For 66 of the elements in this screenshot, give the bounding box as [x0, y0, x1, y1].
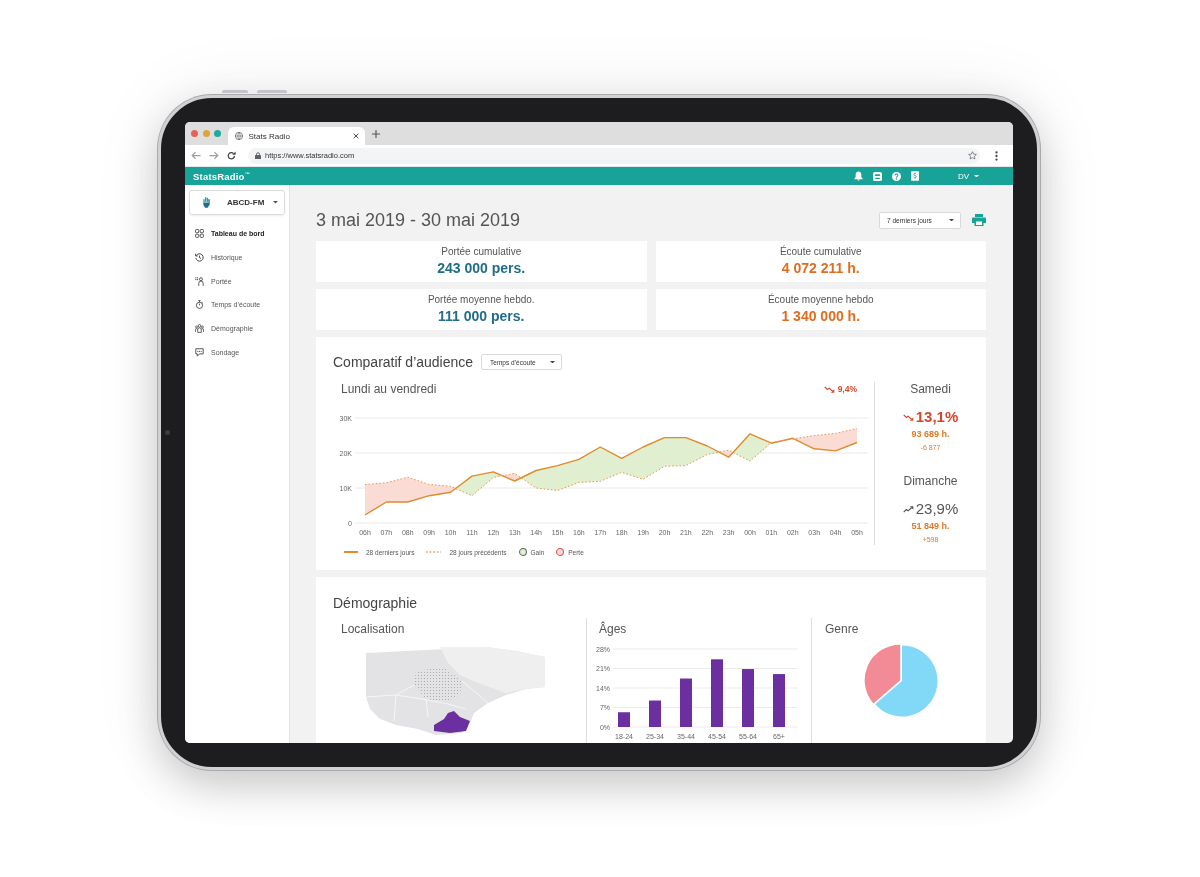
- gain-area: [455, 471, 503, 496]
- lock-icon: [255, 151, 261, 160]
- caret-icon: [974, 174, 979, 178]
- section-title: Genre: [824, 622, 860, 636]
- change-value: 23,9%: [915, 500, 959, 518]
- section-title: Localisation: [340, 622, 406, 636]
- minimize-window-icon[interactable]: [202, 130, 210, 137]
- listening-hours: 51 849 h.: [911, 520, 950, 532]
- stat-value: 1 340 000 h.: [780, 308, 862, 325]
- bar: [773, 674, 785, 727]
- app-logo: StatsRadio$^{™}$: [193, 170, 250, 184]
- forward-arrow-icon[interactable]: [209, 151, 219, 160]
- camera-icon: [165, 430, 170, 435]
- section-title: Âges: [598, 622, 628, 636]
- station-select[interactable]: ABCD-FM: [189, 190, 285, 215]
- caret-icon: [273, 201, 278, 204]
- station-logo-icon: [203, 197, 210, 208]
- reload-icon[interactable]: [227, 151, 236, 160]
- back-arrow-icon[interactable]: [191, 151, 201, 160]
- stat-label: Portée cumulative: [440, 246, 523, 258]
- stat-value: 243 000 pers.: [436, 260, 527, 277]
- person-dots-icon: [195, 276, 204, 286]
- change-value: 9,4%: [837, 384, 857, 394]
- loss-area: [718, 450, 733, 458]
- maximize-window-icon[interactable]: [214, 130, 221, 137]
- history-icon: [195, 253, 204, 263]
- caret-icon: [550, 360, 556, 364]
- chat-icon: [195, 347, 204, 357]
- stat-value: 4 072 211 h.: [780, 260, 861, 277]
- browser-tab[interactable]: Stats Radio: [227, 127, 365, 145]
- grid-icon: [195, 229, 204, 239]
- gain-area: [733, 433, 771, 462]
- stat-label: Écoute cumulative: [778, 246, 863, 258]
- stopwatch-icon: [195, 300, 204, 310]
- page-title: 3 mai 2019 - 30 mai 2019: [316, 209, 521, 231]
- dollar-document-icon[interactable]: [910, 171, 919, 181]
- plus-icon[interactable]: [371, 129, 380, 138]
- print-icon[interactable]: [972, 214, 986, 226]
- card-title: Comparatif d’audience: [333, 354, 474, 370]
- close-window-icon[interactable]: [191, 130, 198, 137]
- listening-hours: 93 689 h.: [911, 428, 950, 440]
- stat-label: Écoute moyenne hebdo: [766, 294, 875, 306]
- help-icon[interactable]: [891, 171, 901, 181]
- legend-dashed-line-icon: [426, 551, 442, 553]
- bar: [680, 678, 692, 727]
- globe-icon: [234, 132, 243, 140]
- chart-title: Lundi au vendredi: [341, 382, 437, 396]
- bar: [711, 659, 723, 727]
- bell-icon[interactable]: [853, 171, 863, 181]
- star-icon[interactable]: [968, 151, 977, 160]
- day-title: Dimanche: [903, 474, 958, 488]
- loss-area: [502, 473, 522, 481]
- people-group-icon: [195, 324, 204, 334]
- stat-value: 111 000 pers.: [437, 308, 526, 325]
- card-title: Démographie: [333, 595, 419, 611]
- more-menu-icon[interactable]: [995, 150, 998, 161]
- caret-icon: [949, 218, 954, 222]
- bar: [649, 700, 661, 727]
- stat-label: Portée moyenne hebdo.: [426, 294, 536, 306]
- change-value: 13,1%: [915, 408, 959, 426]
- card-icon[interactable]: [872, 171, 882, 181]
- close-icon[interactable]: [352, 133, 359, 139]
- day-title: Samedi: [910, 382, 951, 396]
- bar: [618, 712, 630, 727]
- legend-line-icon: [344, 551, 358, 553]
- bar: [742, 669, 754, 727]
